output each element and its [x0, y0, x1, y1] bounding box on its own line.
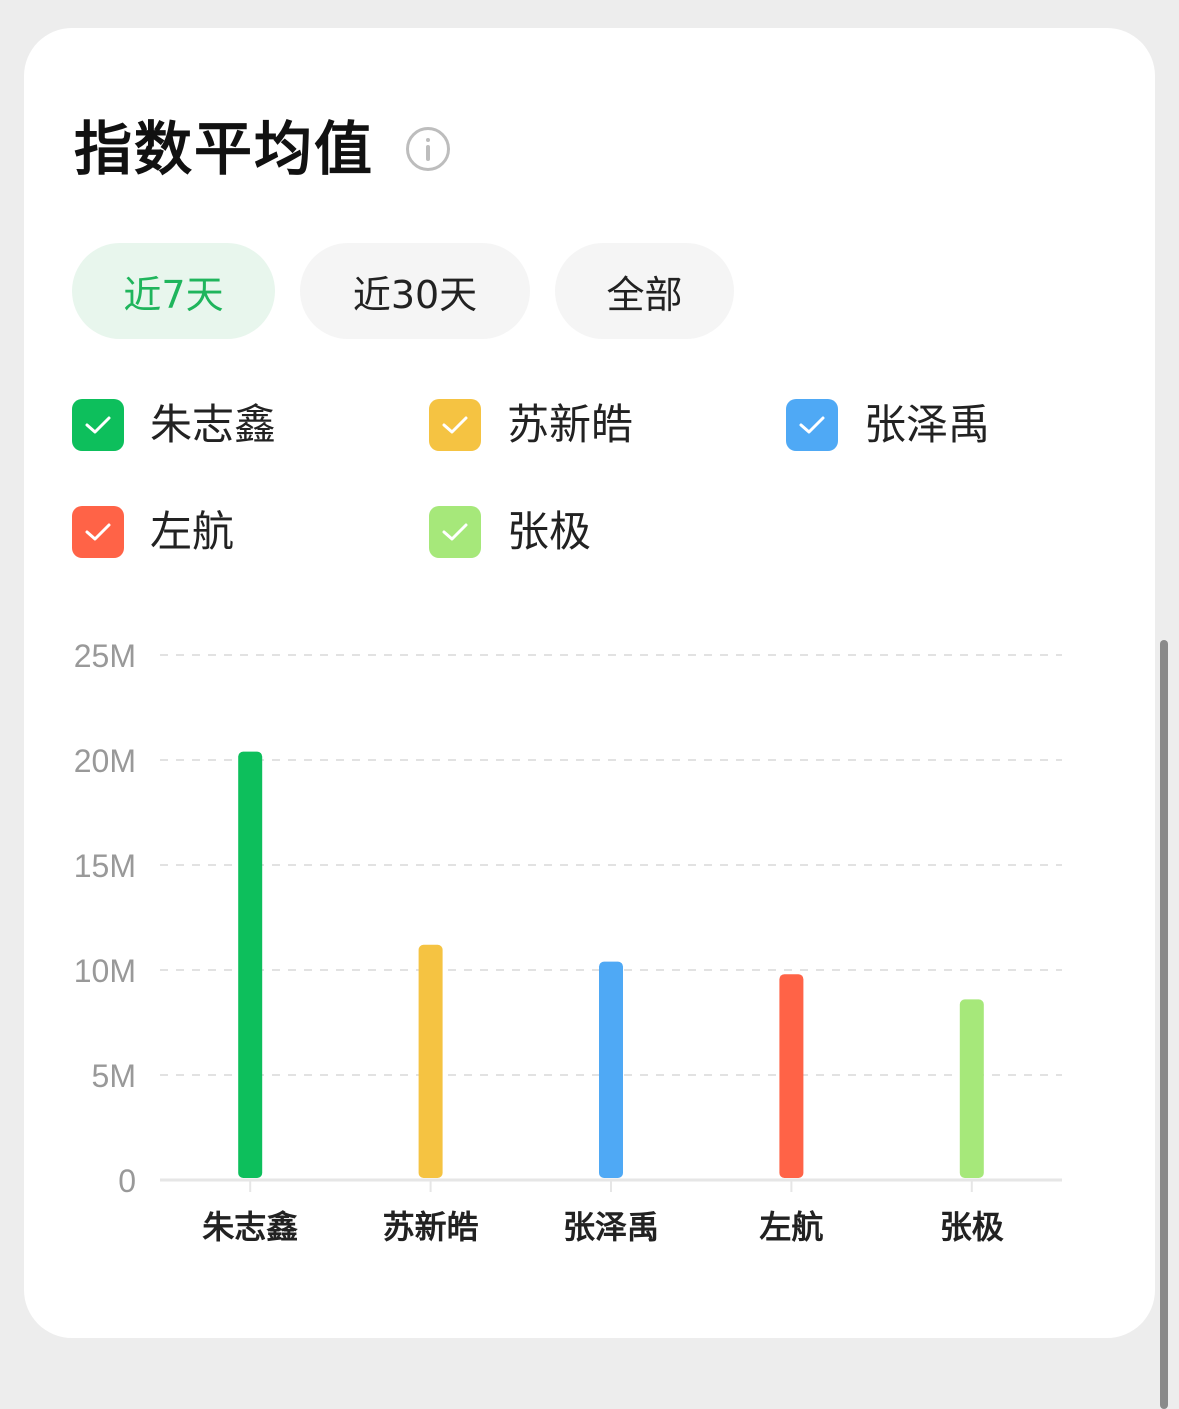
bar: [779, 974, 804, 1178]
y-tick-label: 15M: [74, 848, 136, 884]
x-tick-label: 左航: [759, 1208, 823, 1246]
x-tick-label: 苏新皓: [383, 1208, 479, 1246]
x-tick-label: 张泽禹: [563, 1208, 659, 1246]
y-tick-label: 20M: [74, 743, 136, 779]
bar: [599, 961, 623, 1178]
y-tick-label: 25M: [74, 638, 136, 674]
bar-chart: 0 5M 10M 15M 20M 25M 朱志鑫 苏新皓 张泽禹 左航 张极: [74, 638, 1062, 1246]
x-tick-label: 张极: [940, 1208, 1004, 1246]
bar: [959, 999, 984, 1178]
y-tick-label: 0: [118, 1163, 136, 1199]
y-tick-label: 5M: [92, 1058, 136, 1094]
x-tick-label: 朱志鑫: [202, 1208, 298, 1246]
scrollbar[interactable]: [1160, 640, 1168, 1409]
bar: [418, 944, 443, 1178]
bar: [238, 751, 263, 1178]
y-tick-label: 10M: [74, 953, 136, 989]
